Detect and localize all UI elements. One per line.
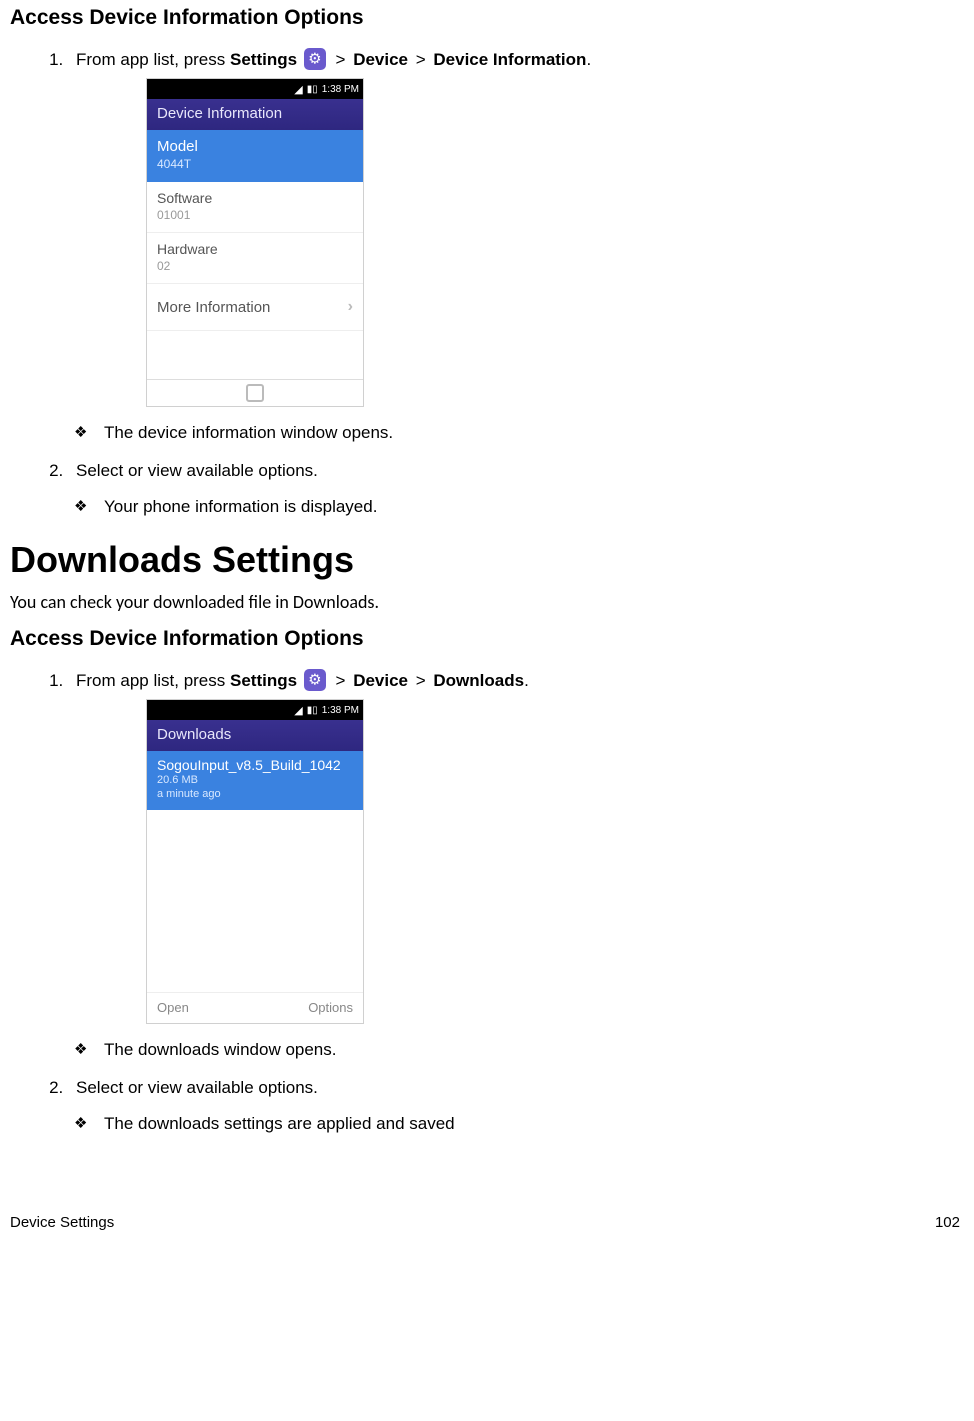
row-model[interactable]: Model 4044T <box>147 130 363 182</box>
step1-deviceinfo: Device Information <box>433 50 586 69</box>
section1-step1: From app list, press Settings > Device >… <box>68 48 964 407</box>
download-fileage: a minute ago <box>157 787 353 801</box>
section1-note2: Your phone information is displayed. <box>98 497 964 517</box>
heading-access-device-info-1: Access Device Information Options <box>10 6 964 30</box>
software-label: Software <box>157 190 353 206</box>
downloads-screenshot: ◢ ▮▯ 1:38 PM Downloads SogouInput_v8.5_B… <box>146 699 364 1024</box>
section2-step2: Select or view available options. <box>68 1078 964 1098</box>
section2-note-list-2: The downloads settings are applied and s… <box>68 1114 964 1134</box>
section1-steps-2: Select or view available options. <box>38 461 964 481</box>
download-filesize: 20.6 MB <box>157 773 353 787</box>
more-info-label: More Information <box>157 299 270 316</box>
model-label: Model <box>157 138 353 155</box>
hardware-value: 02 <box>157 259 353 273</box>
signal-icon: ◢ <box>294 704 302 717</box>
downloads-empty-area <box>147 810 363 993</box>
phone1-spacer <box>147 331 363 379</box>
section1-step2: Select or view available options. <box>68 461 964 481</box>
downloads-softkeys: Open Options <box>147 993 363 1023</box>
page-footer: Device Settings 102 <box>10 1214 964 1237</box>
s2-step1-downloads: Downloads <box>433 671 524 690</box>
software-value: 01001 <box>157 208 353 222</box>
section2-steps: From app list, press Settings > Device >… <box>38 669 964 1024</box>
step1-prefix: From app list, press <box>76 50 230 69</box>
phone1-header: Device Information <box>147 99 363 130</box>
gt2: > <box>411 50 430 69</box>
section2-note1: The downloads window opens. <box>98 1040 964 1060</box>
statusbar-2: ◢ ▮▯ 1:38 PM <box>147 700 363 720</box>
status-time-1: 1:38 PM <box>322 84 359 95</box>
phone2-header: Downloads <box>147 720 363 751</box>
chevron-right-icon: › <box>348 298 353 316</box>
step1-settings: Settings <box>230 50 297 69</box>
downloads-intro: You can check your downloaded file in Do… <box>10 591 964 613</box>
model-value: 4044T <box>157 157 353 171</box>
section1-note-list-1: The device information window opens. <box>68 423 964 443</box>
step1-suffix: . <box>586 50 591 69</box>
heading-downloads-settings: Downloads Settings <box>10 539 964 581</box>
step1-device: Device <box>353 50 408 69</box>
s2-step1-settings: Settings <box>230 671 297 690</box>
download-item[interactable]: SogouInput_v8.5_Build_1042 20.6 MB a min… <box>147 751 363 810</box>
heading-access-device-info-2: Access Device Information Options <box>10 627 964 651</box>
section1-note-list-2: Your phone information is displayed. <box>68 497 964 517</box>
row-software[interactable]: Software 01001 <box>147 182 363 233</box>
section2-note-list-1: The downloads window opens. <box>68 1040 964 1060</box>
battery-icon: ▮▯ <box>307 705 318 716</box>
status-time-2: 1:38 PM <box>322 705 359 716</box>
section2-note2: The downloads settings are applied and s… <box>98 1114 964 1134</box>
gt1: > <box>336 50 351 69</box>
section1-steps: From app list, press Settings > Device >… <box>38 48 964 407</box>
row-more-info[interactable]: More Information › <box>147 284 363 331</box>
nav-home-icon[interactable] <box>246 384 264 402</box>
section2-steps-2: Select or view available options. <box>38 1078 964 1098</box>
phone1-navbar <box>147 379 363 406</box>
s2-step1-device: Device <box>353 671 408 690</box>
settings-icon <box>304 669 326 691</box>
section2-step1: From app list, press Settings > Device >… <box>68 669 964 1024</box>
deviceinfo-screenshot: ◢ ▮▯ 1:38 PM Device Information Model 40… <box>146 78 364 407</box>
download-filename: SogouInput_v8.5_Build_1042 <box>157 757 353 773</box>
signal-icon: ◢ <box>294 83 302 96</box>
s2-step1-prefix: From app list, press <box>76 671 230 690</box>
softkey-options[interactable]: Options <box>255 993 363 1023</box>
footer-page-number: 102 <box>935 1214 960 1231</box>
battery-icon: ▮▯ <box>307 84 318 95</box>
statusbar-1: ◢ ▮▯ 1:38 PM <box>147 79 363 99</box>
section1-note1: The device information window opens. <box>98 423 964 443</box>
softkey-open[interactable]: Open <box>147 993 255 1023</box>
hardware-label: Hardware <box>157 241 353 257</box>
s2-step1-suffix: . <box>524 671 529 690</box>
row-hardware[interactable]: Hardware 02 <box>147 233 363 284</box>
s2-gt2: > <box>411 671 430 690</box>
settings-icon <box>304 48 326 70</box>
footer-title: Device Settings <box>10 1214 114 1231</box>
s2-gt1: > <box>336 671 351 690</box>
